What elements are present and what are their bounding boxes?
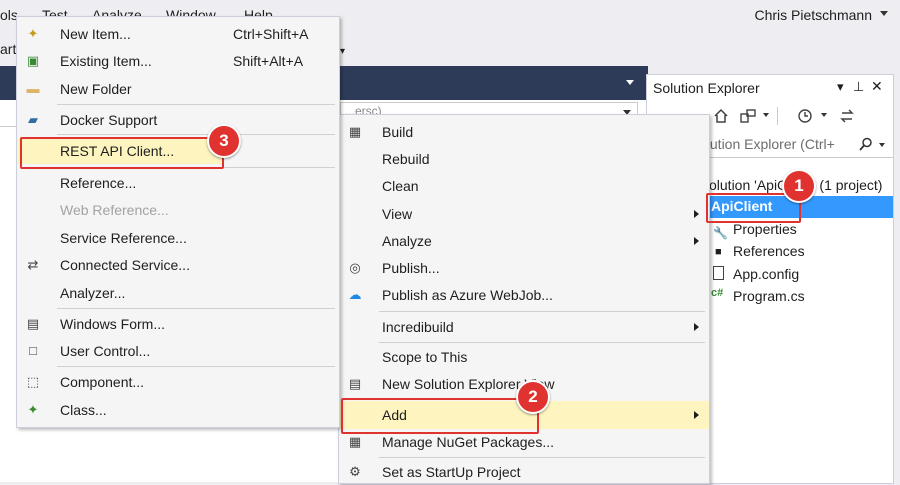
docker-icon: ▰: [28, 112, 38, 127]
menu-separator: [57, 104, 335, 105]
window-position-icon[interactable]: ▾: [837, 79, 844, 95]
nuget-icon: ▦: [348, 434, 362, 449]
close-icon[interactable]: ✕: [871, 78, 883, 95]
submenu-arrow-icon: [694, 237, 699, 245]
new-item-icon: ✦: [27, 26, 39, 41]
windows-form-icon: ▤: [26, 316, 40, 331]
user-account[interactable]: Chris Pietschmann: [755, 7, 873, 23]
menu-item-service-reference[interactable]: Service Reference...: [17, 225, 339, 251]
menu-item-startup-project[interactable]: ⚙ Set as StartUp Project: [339, 459, 709, 485]
panel-title: Solution Explorer: [653, 80, 760, 96]
tree-item-references[interactable]: References: [733, 243, 805, 259]
globe-icon: ◎: [349, 260, 361, 275]
callout-box-add: [341, 398, 539, 434]
menu-item-user-control[interactable]: □ User Control...: [17, 338, 339, 364]
connected-service-icon: ⇄: [27, 257, 39, 272]
toolbar-divider: [777, 107, 778, 125]
callout-badge-3: 3: [207, 124, 241, 158]
new-explorer-view-icon: ▤: [348, 376, 362, 391]
class-icon: ✦: [27, 402, 39, 417]
existing-item-icon: ▣: [26, 53, 40, 68]
menu-item-new-item[interactable]: ✦ New Item... Ctrl+Shift+A: [17, 21, 339, 47]
menu-item-scope-to-this[interactable]: Scope to This: [339, 344, 709, 370]
new-folder-icon: ▬: [26, 81, 40, 96]
submenu-arrow-icon: [694, 323, 699, 331]
submenu-arrow-icon: [694, 411, 699, 419]
csharp-file-icon: c#: [711, 287, 724, 299]
chevron-down-icon[interactable]: [821, 113, 827, 117]
menu-separator: [379, 342, 705, 343]
menu-separator: [379, 457, 705, 458]
solution-explorer-titlebar: Solution Explorer ▾ ⊥ ✕: [647, 75, 893, 101]
component-icon: ⬚: [26, 374, 40, 389]
menu-separator: [379, 311, 705, 312]
menu-separator: [57, 308, 335, 309]
menu-item-analyze[interactable]: Analyze: [339, 228, 709, 254]
callout-box-rest-api-client: [20, 137, 224, 169]
home-icon[interactable]: [713, 108, 729, 124]
menu-item-incredibuild[interactable]: Incredibuild: [339, 314, 709, 340]
menu-item-publish-webjob[interactable]: ☁ Publish as Azure WebJob...: [339, 282, 709, 308]
tree-item-properties[interactable]: Properties: [733, 221, 797, 237]
tree-item-program-cs[interactable]: Program.cs: [733, 288, 805, 304]
menu-item-clean[interactable]: Clean: [339, 173, 709, 199]
callout-badge-1: 1: [782, 169, 816, 203]
menu-separator: [57, 366, 335, 367]
chevron-down-icon[interactable]: [763, 113, 769, 117]
menu-item-analyzer[interactable]: Analyzer...: [17, 280, 339, 306]
chevron-down-icon[interactable]: [880, 11, 888, 16]
menu-item-build[interactable]: ▦ Build: [339, 119, 709, 145]
submenu-arrow-icon: [694, 210, 699, 218]
tree-item-app-config[interactable]: App.config: [733, 266, 799, 282]
refresh-arrows-icon[interactable]: [839, 108, 855, 124]
menu-item-existing-item[interactable]: ▣ Existing Item... Shift+Alt+A: [17, 48, 339, 74]
menu-item-reference[interactable]: Reference...: [17, 170, 339, 196]
menu-item-windows-form[interactable]: ▤ Windows Form...: [17, 311, 339, 337]
build-icon: ▦: [348, 124, 362, 139]
start-button-label[interactable]: art: [0, 41, 16, 57]
menu-item-rebuild[interactable]: Rebuild: [339, 146, 709, 172]
history-icon[interactable]: [797, 108, 813, 124]
menu-separator: [57, 134, 335, 135]
tab-dropdown-icon[interactable]: [626, 80, 634, 85]
menu-item-new-folder[interactable]: ▬ New Folder: [17, 76, 339, 102]
sync-view-icon[interactable]: [739, 108, 757, 124]
config-file-icon: [713, 266, 724, 280]
menu-item-web-reference: Web Reference...: [60, 202, 169, 218]
menu-item-connected-service[interactable]: ⇄ Connected Service...: [17, 252, 339, 278]
callout-badge-2: 2: [516, 380, 550, 414]
chevron-down-icon[interactable]: [879, 143, 885, 147]
toolbar-dropdown-icon[interactable]: ▾: [340, 46, 345, 57]
menu-item-class[interactable]: ✦ Class...: [17, 397, 339, 423]
wrench-icon: 🔧: [713, 226, 728, 240]
search-icon[interactable]: [859, 137, 873, 151]
menu-item-view[interactable]: View: [339, 201, 709, 227]
menu-item-component[interactable]: ⬚ Component...: [17, 369, 339, 395]
gear-icon: ⚙: [349, 464, 361, 479]
add-submenu: ✦ New Item... Ctrl+Shift+A ▣ Existing It…: [16, 16, 340, 428]
cloud-icon: ☁: [348, 287, 362, 302]
references-icon: ■: [715, 246, 722, 258]
menu-item-docker-support[interactable]: ▰ Docker Support: [17, 107, 339, 133]
pin-icon[interactable]: ⊥: [853, 79, 864, 95]
user-control-icon: □: [29, 343, 37, 358]
menu-item-publish[interactable]: ◎ Publish...: [339, 255, 709, 281]
